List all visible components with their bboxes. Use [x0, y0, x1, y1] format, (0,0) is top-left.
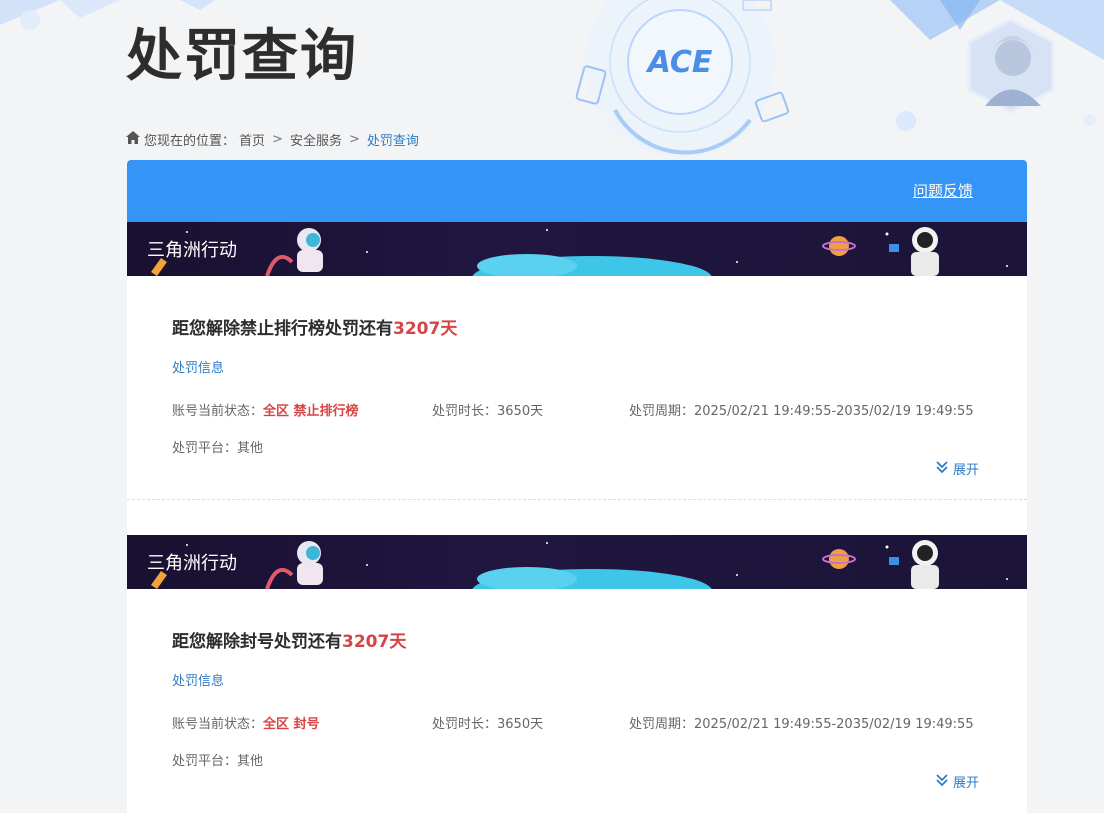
page-title: 处罚查询 — [126, 24, 358, 89]
period-label: 处罚周期： — [629, 404, 695, 419]
penalty-platform: 处罚平台：其他 — [172, 750, 263, 769]
expand-button[interactable]: 展开 — [935, 772, 979, 791]
penalty-info-link[interactable]: 处罚信息 — [172, 357, 224, 376]
platform-label: 处罚平台： — [172, 441, 238, 456]
game-banner: 三角洲行动 — [127, 535, 1027, 589]
penalty-record: 三角洲行动 距您解除封号处罚还有3207天 处罚信息 账号当前状态：全区 封号 … — [127, 535, 1027, 813]
breadcrumb: 您现在的位置： 首页 > 安全服务 > 处罚查询 — [126, 130, 419, 149]
period-value: 2025/02/21 19:49:55-2035/02/19 19:49:55 — [694, 404, 974, 419]
breadcrumb-prefix: 您现在的位置： — [144, 134, 236, 149]
penalty-info-link[interactable]: 处罚信息 — [172, 670, 224, 689]
penalty-headline: 距您解除封号处罚还有3207天 — [172, 627, 406, 652]
game-banner: 三角洲行动 — [127, 222, 1027, 276]
account-status: 账号当前状态：全区 禁止排行榜 — [172, 400, 359, 419]
record-divider — [127, 499, 1027, 500]
penalty-period: 处罚周期：2025/02/21 19:49:55-2035/02/19 19:4… — [629, 400, 974, 419]
headline-text: 距您解除禁止排行榜处罚还有 — [172, 319, 393, 339]
account-status: 账号当前状态：全区 封号 — [172, 713, 320, 732]
breadcrumb-security-service[interactable]: 安全服务 — [290, 130, 342, 149]
breadcrumb-current[interactable]: 处罚查询 — [367, 130, 419, 149]
home-icon[interactable] — [126, 131, 140, 148]
feedback-link[interactable]: 问题反馈 — [913, 180, 973, 201]
chevron-double-down-icon — [935, 460, 949, 478]
penalty-panel: 问题反馈 三角洲行动 距您解除禁止排行榜处罚还有3207天 处罚信息 账号当前状… — [127, 160, 1027, 813]
game-name: 三角洲行动 — [147, 553, 237, 574]
period-value: 2025/02/21 19:49:55-2035/02/19 19:49:55 — [694, 717, 974, 732]
status-value: 全区 封号 — [263, 717, 320, 732]
platform-label: 处罚平台： — [172, 754, 238, 769]
duration-value: 3650天 — [497, 717, 544, 732]
remaining-days: 3207天 — [342, 632, 407, 652]
headline-text: 距您解除封号处罚还有 — [172, 632, 342, 652]
penalty-headline: 距您解除禁止排行榜处罚还有3207天 — [172, 314, 457, 339]
status-label: 账号当前状态： — [172, 404, 264, 419]
penalty-duration: 处罚时长：3650天 — [432, 713, 543, 732]
duration-label: 处罚时长： — [432, 717, 498, 732]
expand-label: 展开 — [953, 463, 980, 478]
status-value: 全区 禁止排行榜 — [263, 404, 359, 419]
duration-label: 处罚时长： — [432, 404, 498, 419]
penalty-duration: 处罚时长：3650天 — [432, 400, 543, 419]
game-name: 三角洲行动 — [147, 240, 237, 261]
breadcrumb-home[interactable]: 首页 — [239, 130, 265, 149]
status-label: 账号当前状态： — [172, 717, 264, 732]
breadcrumb-separator: > — [272, 132, 283, 147]
ace-logo: ACE — [575, 0, 790, 157]
period-label: 处罚周期： — [629, 717, 695, 732]
platform-value: 其他 — [237, 754, 264, 769]
avatar — [967, 18, 1055, 114]
banner-art — [151, 227, 1008, 276]
duration-value: 3650天 — [497, 404, 544, 419]
expand-label: 展开 — [953, 776, 980, 791]
panel-header-bar: 问题反馈 — [127, 160, 1027, 222]
penalty-record: 三角洲行动 距您解除禁止排行榜处罚还有3207天 处罚信息 账号当前状态：全区 … — [127, 222, 1027, 535]
penalty-period: 处罚周期：2025/02/21 19:49:55-2035/02/19 19:4… — [629, 713, 974, 732]
logo-text: ACE — [646, 45, 713, 80]
remaining-days: 3207天 — [393, 319, 458, 339]
banner-art — [151, 540, 1008, 589]
chevron-double-down-icon — [935, 773, 949, 791]
platform-value: 其他 — [237, 441, 264, 456]
penalty-platform: 处罚平台：其他 — [172, 437, 263, 456]
breadcrumb-separator: > — [348, 132, 360, 147]
expand-button[interactable]: 展开 — [935, 459, 979, 478]
